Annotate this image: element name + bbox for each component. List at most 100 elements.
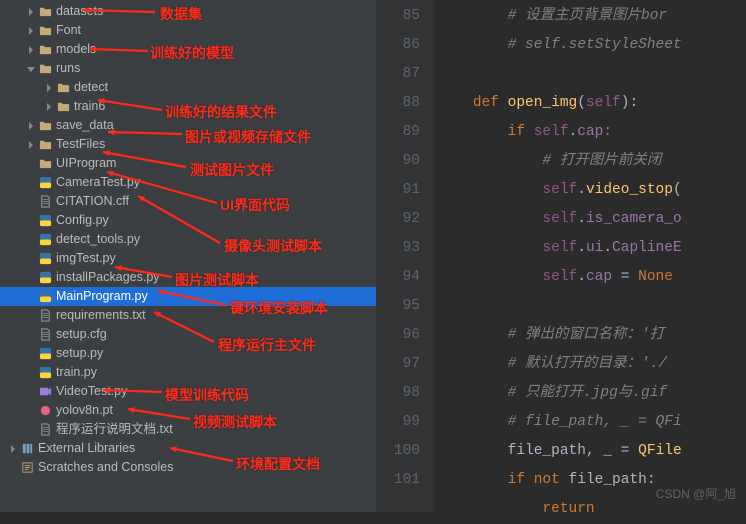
file-icon	[38, 423, 52, 437]
tree-item[interactable]: train6	[0, 97, 376, 116]
token-keyword: def	[473, 95, 508, 111]
folder-icon	[38, 119, 52, 133]
tree-item-label: MainProgram.py	[56, 287, 148, 306]
token-text: =	[612, 443, 638, 459]
tree-item[interactable]: models	[0, 40, 376, 59]
chevron-right-icon[interactable]	[26, 140, 36, 150]
token-self: self	[542, 211, 577, 227]
chevron-down-icon[interactable]	[26, 64, 36, 74]
token-comment: # 设置主页背景图片bor	[508, 8, 668, 24]
chevron-right-icon[interactable]	[44, 102, 54, 112]
tree-item[interactable]: Font	[0, 21, 376, 40]
project-tree-panel[interactable]: datasetsFontmodelsrunsdetecttrain6save_d…	[0, 0, 376, 512]
token-self: self	[586, 95, 621, 111]
code-line[interactable]: # 打开图片前关闭	[438, 147, 746, 176]
tree-item[interactable]: External Libraries	[0, 439, 376, 458]
tree-item[interactable]: VideoTest.py	[0, 382, 376, 401]
token-text	[438, 37, 508, 53]
py-icon	[38, 347, 52, 361]
code-line[interactable]: # 默认打开的目录：'./	[438, 350, 746, 379]
chevron-right-icon[interactable]	[26, 7, 36, 17]
folder-icon	[38, 5, 52, 19]
chevron-right-icon[interactable]	[44, 83, 54, 93]
folder-icon	[38, 62, 52, 76]
code-editor[interactable]: 858687888990919293949596979899100101 # 设…	[376, 0, 746, 512]
code-line[interactable]: # self.setStyleSheet	[438, 31, 746, 60]
tree-item[interactable]: UIProgram	[0, 154, 376, 173]
tree-item[interactable]: setup.cfg	[0, 325, 376, 344]
tree-item[interactable]: Config.py	[0, 211, 376, 230]
code-line[interactable]: file_path, _ = QFile	[438, 437, 746, 466]
tree-item-label: 程序运行说明文档.txt	[56, 420, 173, 439]
code-line[interactable]: if self.cap:	[438, 118, 746, 147]
chevron-right-icon[interactable]	[8, 444, 18, 454]
chevron-right-icon[interactable]	[26, 121, 36, 131]
token-text: file_path:	[569, 472, 656, 488]
tree-item[interactable]: requirements.txt	[0, 306, 376, 325]
tree-item[interactable]: yolov8n.pt	[0, 401, 376, 420]
code-line[interactable]	[438, 60, 746, 89]
token-keyword: if	[508, 124, 534, 140]
line-number: 98	[376, 379, 420, 408]
tree-item-label: detect_tools.py	[56, 230, 140, 249]
tree-item[interactable]: train.py	[0, 363, 376, 382]
tree-item-label: installPackages.py	[56, 268, 160, 287]
code-line[interactable]: self.cap = None	[438, 263, 746, 292]
code-line[interactable]: # 弹出的窗口名称：'打	[438, 321, 746, 350]
tree-item[interactable]: save_data	[0, 116, 376, 135]
chevron-right-icon[interactable]	[26, 26, 36, 36]
line-number-gutter: 858687888990919293949596979899100101	[376, 0, 434, 512]
tree-item[interactable]: 程序运行说明文档.txt	[0, 420, 376, 439]
tree-item[interactable]: detect_tools.py	[0, 230, 376, 249]
token-text	[438, 211, 542, 227]
line-number: 100	[376, 437, 420, 466]
token-attr: ui	[586, 240, 603, 256]
pt-icon	[38, 404, 52, 418]
code-line[interactable]: # 设置主页背景图片bor	[438, 2, 746, 31]
tree-item[interactable]: MainProgram.py	[0, 287, 376, 306]
code-line[interactable]: # 只能打开.jpg与.gif	[438, 379, 746, 408]
tree-item[interactable]: TestFiles	[0, 135, 376, 154]
tree-item-label: UIProgram	[56, 154, 116, 173]
tree-item[interactable]: setup.py	[0, 344, 376, 363]
line-number: 87	[376, 60, 420, 89]
folder-icon	[38, 43, 52, 57]
tree-item[interactable]: CITATION.cff	[0, 192, 376, 211]
tree-item[interactable]: installPackages.py	[0, 268, 376, 287]
tree-item[interactable]: detect	[0, 78, 376, 97]
tree-item[interactable]: CameraTest.py	[0, 173, 376, 192]
line-number: 91	[376, 176, 420, 205]
token-self: self	[542, 240, 577, 256]
code-line[interactable]	[438, 292, 746, 321]
chevron-right-icon[interactable]	[26, 45, 36, 55]
token-punc: (	[577, 95, 586, 111]
token-punc: .	[577, 269, 586, 285]
token-self: self	[542, 269, 577, 285]
tree-item[interactable]: datasets	[0, 2, 376, 21]
code-line[interactable]: self.video_stop(	[438, 176, 746, 205]
token-punc: ,	[586, 443, 603, 459]
code-line[interactable]: # file_path, _ = QFi	[438, 408, 746, 437]
code-line[interactable]: def open_img(self):	[438, 89, 746, 118]
token-text: file_path	[508, 443, 586, 459]
tree-item[interactable]: imgTest.py	[0, 249, 376, 268]
code-line[interactable]: self.is_camera_o	[438, 205, 746, 234]
token-text	[438, 356, 508, 372]
tree-item-label: CameraTest.py	[56, 173, 140, 192]
token-text	[438, 124, 508, 140]
line-number: 93	[376, 234, 420, 263]
tree-item-label: runs	[56, 59, 80, 78]
code-area[interactable]: # 设置主页背景图片bor # self.setStyleSheet def o…	[434, 0, 746, 512]
token-comment: # 弹出的窗口名称：'打	[508, 327, 665, 343]
token-text	[438, 95, 473, 111]
token-comment: # file_path, _ = QFi	[508, 414, 682, 430]
token-punc: .	[577, 182, 586, 198]
token-func: QFile	[638, 443, 682, 459]
tree-item[interactable]: runs	[0, 59, 376, 78]
line-number: 85	[376, 2, 420, 31]
token-text	[438, 501, 542, 512]
code-line[interactable]: self.ui.CaplineE	[438, 234, 746, 263]
tree-item[interactable]: Scratches and Consoles	[0, 458, 376, 477]
folder-icon	[56, 100, 70, 114]
token-keyword: if not	[508, 472, 569, 488]
